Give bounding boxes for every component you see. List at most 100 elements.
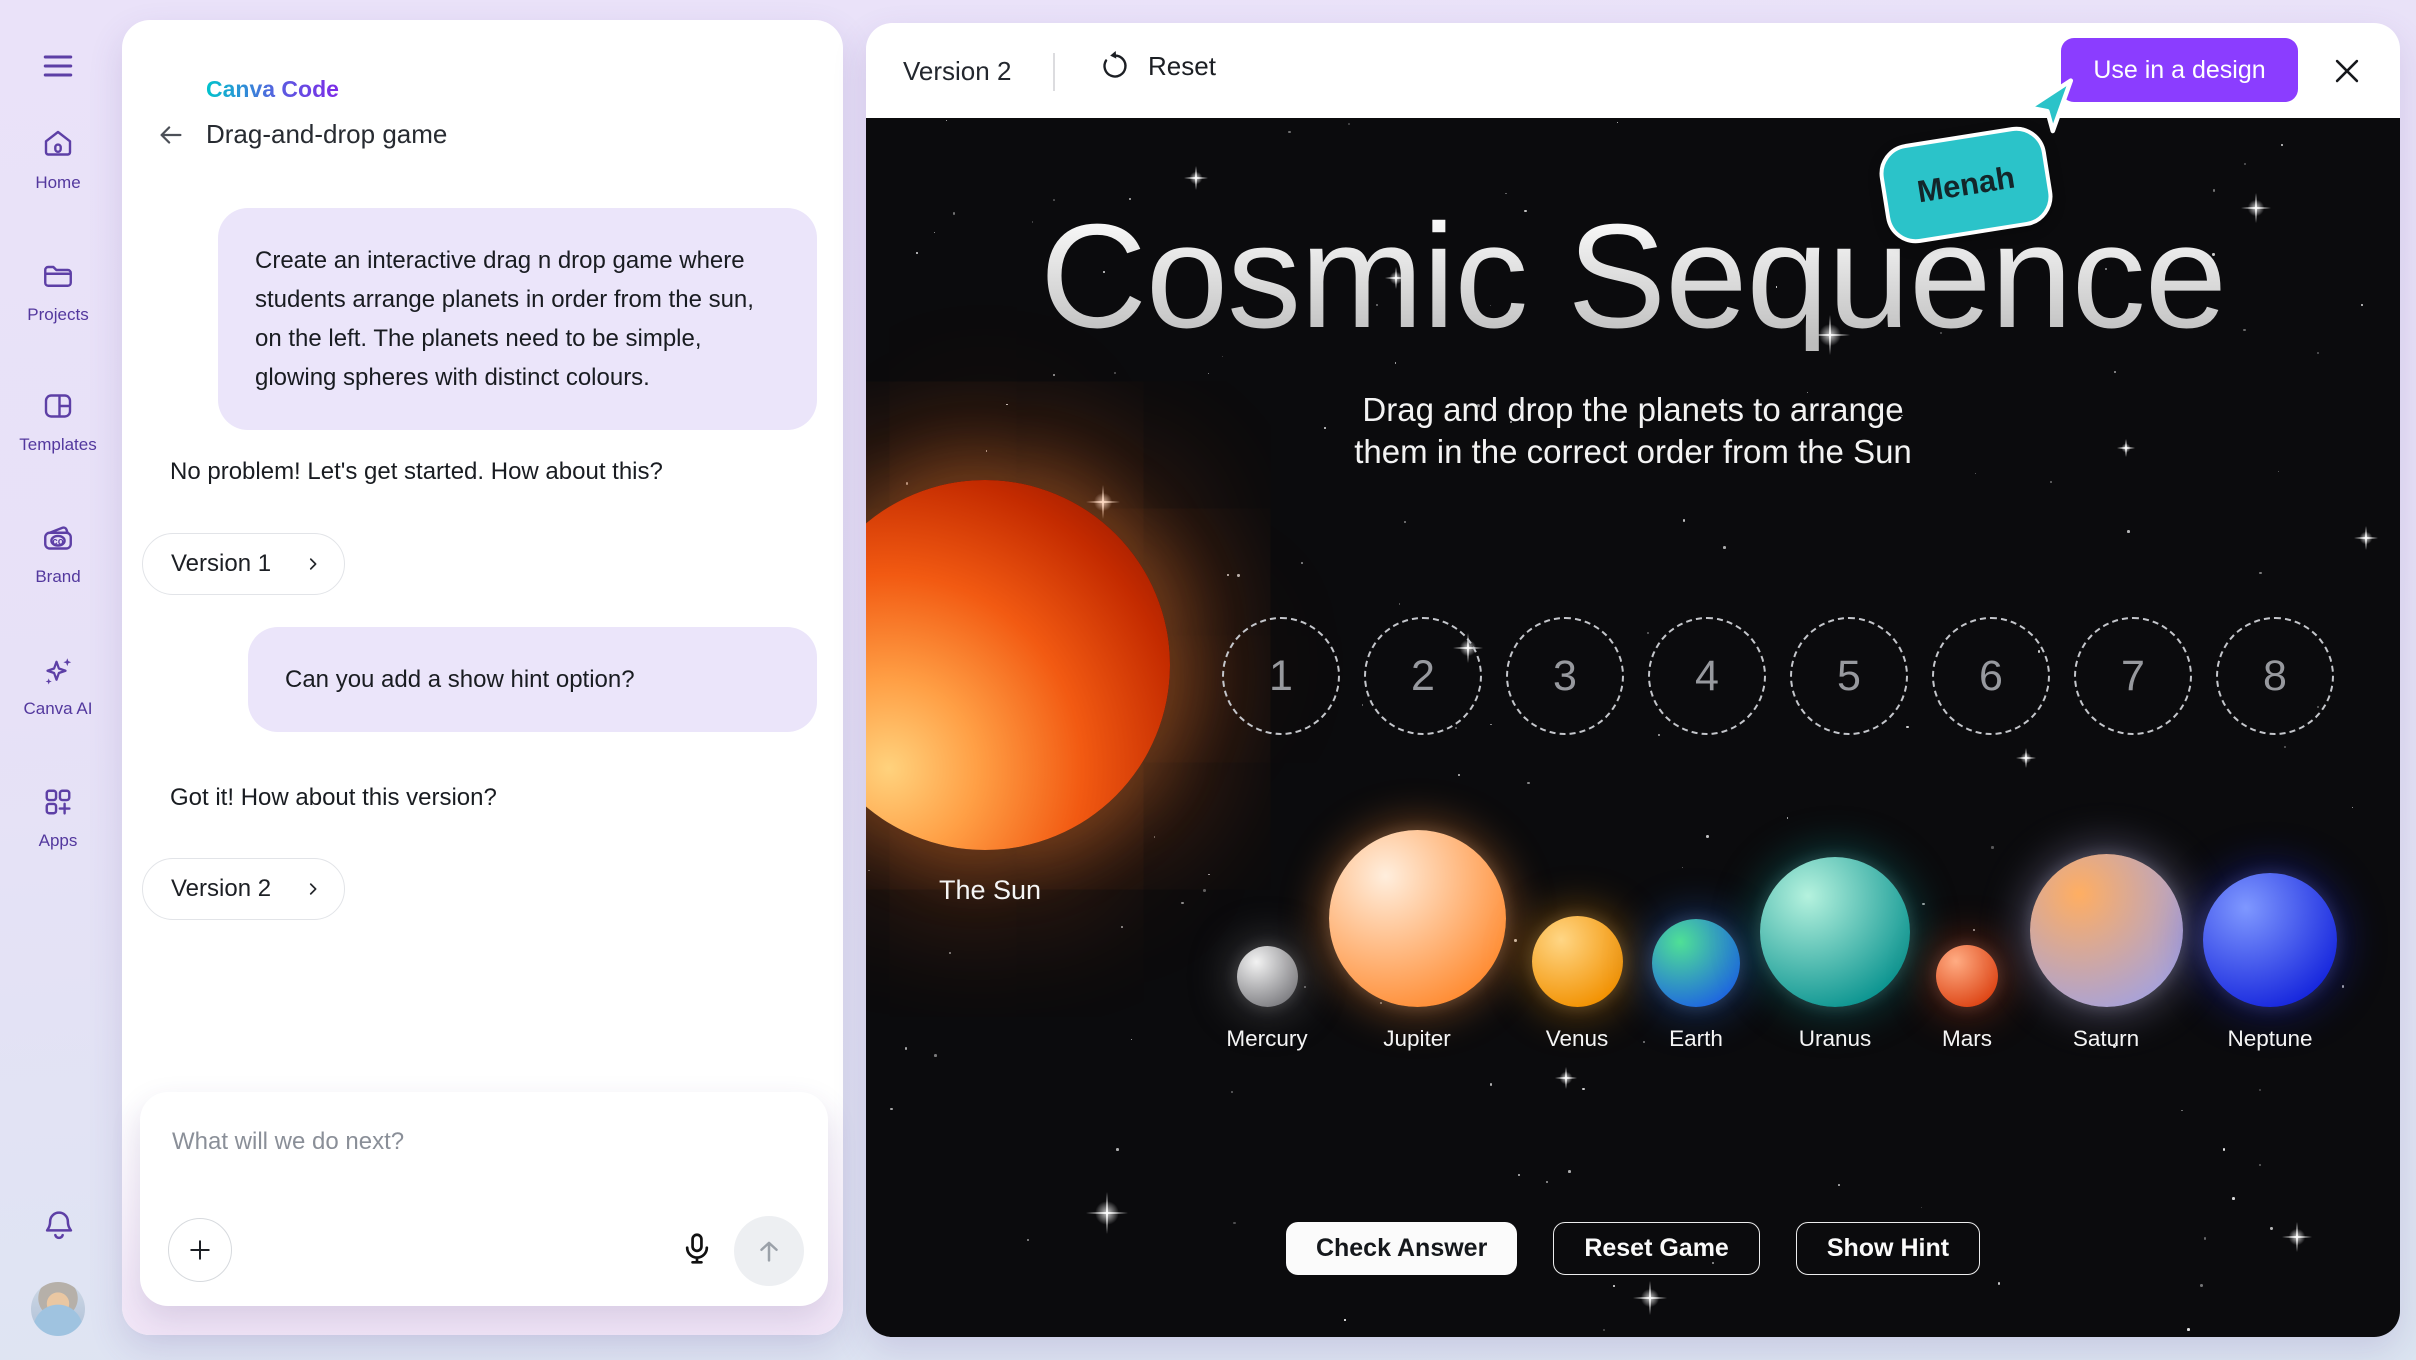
star-dot: [2200, 1284, 2203, 1287]
version-1-chip[interactable]: Version 1: [142, 533, 345, 595]
reset-preview-button[interactable]: Reset: [1098, 49, 1216, 83]
add-attachment-button[interactable]: [168, 1218, 232, 1282]
notifications-bell-icon[interactable]: [40, 1206, 78, 1244]
menu-icon[interactable]: [40, 48, 76, 84]
star-dot: [890, 1108, 892, 1110]
user-message: Create an interactive drag n drop game w…: [218, 208, 817, 430]
check-answer-button[interactable]: Check Answer: [1286, 1222, 1517, 1275]
assistant-message: Got it! How about this version?: [170, 784, 497, 812]
star-dot: [2352, 807, 2353, 808]
star-dot: [1237, 574, 1239, 576]
sidebar-item-projects[interactable]: Projects: [0, 258, 116, 325]
chat-input[interactable]: [172, 1120, 772, 1164]
star-dot: [2284, 746, 2286, 748]
star-dot: [1304, 986, 1306, 988]
send-button[interactable]: [734, 1216, 804, 1286]
planet-venus[interactable]: [1532, 916, 1623, 1007]
chevron-right-icon: [304, 555, 322, 573]
planet-earth[interactable]: [1652, 919, 1740, 1007]
drop-slot-7[interactable]: 7: [2074, 617, 2192, 735]
sidebar-item-brand[interactable]: co Brand: [0, 520, 116, 587]
star-dot: [934, 1054, 937, 1057]
game-stage: Cosmic Sequence Drag and drop the planet…: [866, 118, 2400, 1337]
sparkles-icon: [40, 652, 76, 693]
star-dot: [868, 870, 869, 871]
preview-toolbar: Version 2 Reset Use in a design: [866, 23, 2400, 118]
version-chip-label: Version 2: [171, 875, 271, 903]
sidebar-item-templates[interactable]: Templates: [0, 388, 116, 455]
microphone-icon[interactable]: [678, 1230, 716, 1272]
user-avatar[interactable]: [31, 1282, 85, 1336]
preview-panel: Version 2 Reset Use in a design Cosmic S…: [866, 23, 2400, 1337]
drop-slot-2[interactable]: 2: [1364, 617, 1482, 735]
sun: [866, 480, 1170, 850]
drop-slot-6[interactable]: 6: [1932, 617, 2050, 735]
app-background: Home Projects Templates: [0, 0, 2416, 1360]
star-dot: [1617, 122, 1618, 123]
sidebar-item-apps[interactable]: Apps: [0, 784, 116, 851]
star-sparkle: [1633, 1281, 1667, 1315]
sidebar-item-label: Templates: [19, 435, 96, 455]
show-hint-button[interactable]: Show Hint: [1796, 1222, 1980, 1275]
star-dot: [2342, 985, 2344, 987]
sidebar-item-label: Canva AI: [24, 699, 93, 719]
star-dot: [1490, 1083, 1492, 1085]
star-dot: [1723, 546, 1726, 549]
folder-icon: [40, 258, 76, 299]
layout-icon: [40, 388, 76, 429]
drop-slot-5[interactable]: 5: [1790, 617, 1908, 735]
planet-uranus[interactable]: [1760, 857, 1910, 1007]
planet-mars[interactable]: [1936, 945, 1998, 1007]
sidebar-item-label: Brand: [35, 567, 80, 587]
star-dot: [1380, 1002, 1382, 1004]
star-dot: [2281, 144, 2283, 146]
reset-game-button[interactable]: Reset Game: [1553, 1222, 1760, 1275]
planet-neptune[interactable]: [2203, 873, 2337, 1007]
sidebar-item-home[interactable]: Home: [0, 126, 116, 193]
star-dot: [2114, 371, 2117, 374]
composer: [140, 1092, 828, 1306]
planet-jupiter[interactable]: [1329, 830, 1506, 1007]
star-dot: [1682, 867, 1684, 869]
star-dot: [1348, 123, 1350, 125]
drop-slot-4[interactable]: 4: [1648, 617, 1766, 735]
drop-slot-8[interactable]: 8: [2216, 617, 2334, 735]
star-dot: [1131, 1039, 1132, 1040]
star-dot: [949, 952, 951, 954]
star-dot: [1301, 562, 1303, 564]
brand-kit-icon: co: [40, 520, 76, 561]
sidebar-item-label: Home: [35, 173, 80, 193]
star-dot: [1053, 374, 1055, 376]
star-dot: [2259, 1089, 2261, 1091]
star-dot: [2127, 530, 2130, 533]
arrow-up-icon: [754, 1236, 784, 1266]
star-dot: [1991, 846, 1993, 848]
home-icon: [40, 126, 76, 167]
drop-slot-1[interactable]: 1: [1222, 617, 1340, 735]
toolbar-divider: [1053, 53, 1055, 91]
star-dot: [1344, 1319, 1345, 1320]
reset-icon: [1098, 49, 1132, 83]
slot-row: 12345678: [1222, 617, 2334, 735]
version-2-chip[interactable]: Version 2: [142, 858, 345, 920]
game-title: Cosmic Sequence: [866, 203, 2400, 351]
svg-text:co: co: [52, 536, 63, 547]
star-dot: [1922, 903, 1925, 906]
use-in-design-button[interactable]: Use in a design: [2061, 38, 2298, 102]
star-dot: [1683, 519, 1685, 521]
star-dot: [1208, 373, 1209, 374]
star-dot: [1546, 1181, 1548, 1183]
star-dot: [905, 1047, 908, 1050]
sidebar: Home Projects Templates: [0, 0, 116, 1360]
back-arrow-icon[interactable]: [156, 120, 186, 150]
star-dot: [1838, 1184, 1840, 1186]
star-dot: [1514, 939, 1517, 942]
sidebar-item-canva-ai[interactable]: Canva AI: [0, 652, 116, 719]
star-dot: [1208, 874, 1209, 875]
drop-slot-3[interactable]: 3: [1506, 617, 1624, 735]
star-dot: [1203, 889, 1206, 892]
close-icon[interactable]: [2330, 54, 2364, 88]
planet-saturn[interactable]: [2030, 854, 2183, 1007]
collaborator-cursor-icon: [2024, 77, 2078, 139]
planet-mercury[interactable]: [1237, 946, 1298, 1007]
